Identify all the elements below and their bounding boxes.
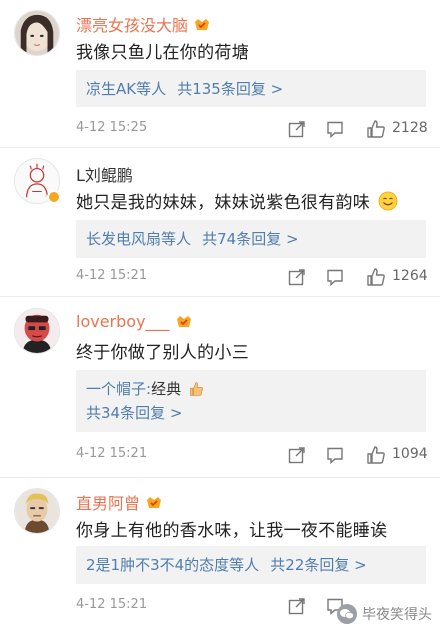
like-icon[interactable]	[366, 119, 386, 139]
wechat-logo-icon	[337, 604, 357, 624]
username-text[interactable]: 漂亮女孩没大脑	[76, 12, 188, 36]
comment-icon[interactable]	[326, 120, 344, 138]
username-text[interactable]: 直男阿曾	[76, 490, 140, 514]
comment-meta: 4-12 15:25 2128	[76, 119, 428, 140]
reply-text: 经典	[151, 380, 182, 398]
comment-icon[interactable]	[326, 268, 344, 286]
username-text[interactable]: loverboy___	[76, 312, 170, 331]
share-icon[interactable]	[288, 120, 306, 138]
smile-emoji-icon	[378, 191, 398, 211]
vip-badge-icon	[176, 316, 191, 327]
comment-icon[interactable]	[326, 446, 344, 464]
like-count: 1264	[392, 268, 428, 284]
comment-meta: 4-12 15:21 1094	[76, 445, 428, 466]
reply-preview[interactable]: 2是1肿不3不4的态度等人 共22条回复 >	[76, 546, 426, 584]
reply-users[interactable]: 2是1肿不3不4的态度等人	[86, 556, 259, 574]
reply-count-link[interactable]: 共34条回复 >	[86, 400, 416, 426]
comment-item: L刘鲲鹏 她只是我的妹妹，妹妹说紫色很有韵味 长发电风扇等人 共74条回复 > …	[0, 148, 440, 298]
share-icon[interactable]	[288, 268, 306, 286]
reply-users[interactable]: 长发电风扇等人	[86, 230, 191, 248]
comment-text: 我像只鱼儿在你的荷塘	[76, 43, 249, 63]
timestamp: 4-12 15:25	[76, 120, 148, 135]
like-icon[interactable]	[366, 445, 386, 465]
avatar[interactable]	[14, 10, 60, 56]
comment-meta: 4-12 15:21 1264	[76, 267, 428, 288]
timestamp: 4-12 15:21	[76, 597, 148, 612]
reply-count-link[interactable]: 共22条回复 >	[270, 556, 366, 574]
comment-text: 她只是我的妹妹，妹妹说紫色很有韵味	[76, 188, 398, 213]
comment-item: 漂亮女孩没大脑 我像只鱼儿在你的荷塘 凉生AK等人 共135条回复 > 4-12…	[0, 0, 440, 148]
reply-snippet[interactable]: 一个帽子:经典	[86, 378, 416, 400]
reply-preview[interactable]: 凉生AK等人 共135条回复 >	[76, 70, 426, 107]
comment-text: 你身上有他的香水味，让我一夜不能睡诶	[76, 521, 388, 541]
vip-badge-icon	[195, 18, 210, 30]
share-icon[interactable]	[288, 446, 306, 464]
timestamp: 4-12 15:21	[76, 268, 148, 283]
comment-text-content: 她只是我的妹妹，妹妹说紫色很有韵味	[76, 193, 371, 213]
username[interactable]: L刘鲲鹏	[76, 162, 133, 186]
reply-preview[interactable]: 一个帽子:经典 共34条回复 >	[76, 370, 426, 432]
like-count: 2128	[392, 120, 428, 136]
username[interactable]: 直男阿曾	[76, 490, 163, 514]
reply-count-link[interactable]: 共135条回复 >	[177, 80, 283, 98]
verified-badge-icon	[47, 190, 61, 204]
avatar[interactable]	[14, 308, 60, 354]
username-text[interactable]: L刘鲲鹏	[76, 162, 133, 186]
divider	[0, 296, 440, 297]
username[interactable]: loverboy___	[76, 312, 193, 331]
comment-text: 终于你做了别人的小三	[76, 343, 249, 363]
reply-count-link[interactable]: 共74条回复 >	[202, 230, 298, 248]
reply-users[interactable]: 凉生AK等人	[86, 80, 166, 98]
like-icon[interactable]	[366, 267, 386, 287]
reply-preview[interactable]: 长发电风扇等人 共74条回复 >	[76, 220, 426, 258]
avatar[interactable]	[14, 488, 60, 534]
reply-user[interactable]: 一个帽子:	[86, 380, 151, 398]
watermark-text: 毕夜笑得头	[362, 607, 432, 623]
username[interactable]: 漂亮女孩没大脑	[76, 12, 211, 36]
comment-item: loverboy___ 终于你做了别人的小三 一个帽子:经典 共34条回复 > …	[0, 298, 440, 478]
like-count: 1094	[392, 446, 428, 462]
vip-badge-icon	[147, 496, 162, 508]
share-icon[interactable]	[288, 597, 306, 615]
thumbs-up-emoji-icon	[189, 382, 203, 396]
watermark: 毕夜笑得头	[336, 603, 432, 625]
timestamp: 4-12 15:21	[76, 446, 148, 461]
